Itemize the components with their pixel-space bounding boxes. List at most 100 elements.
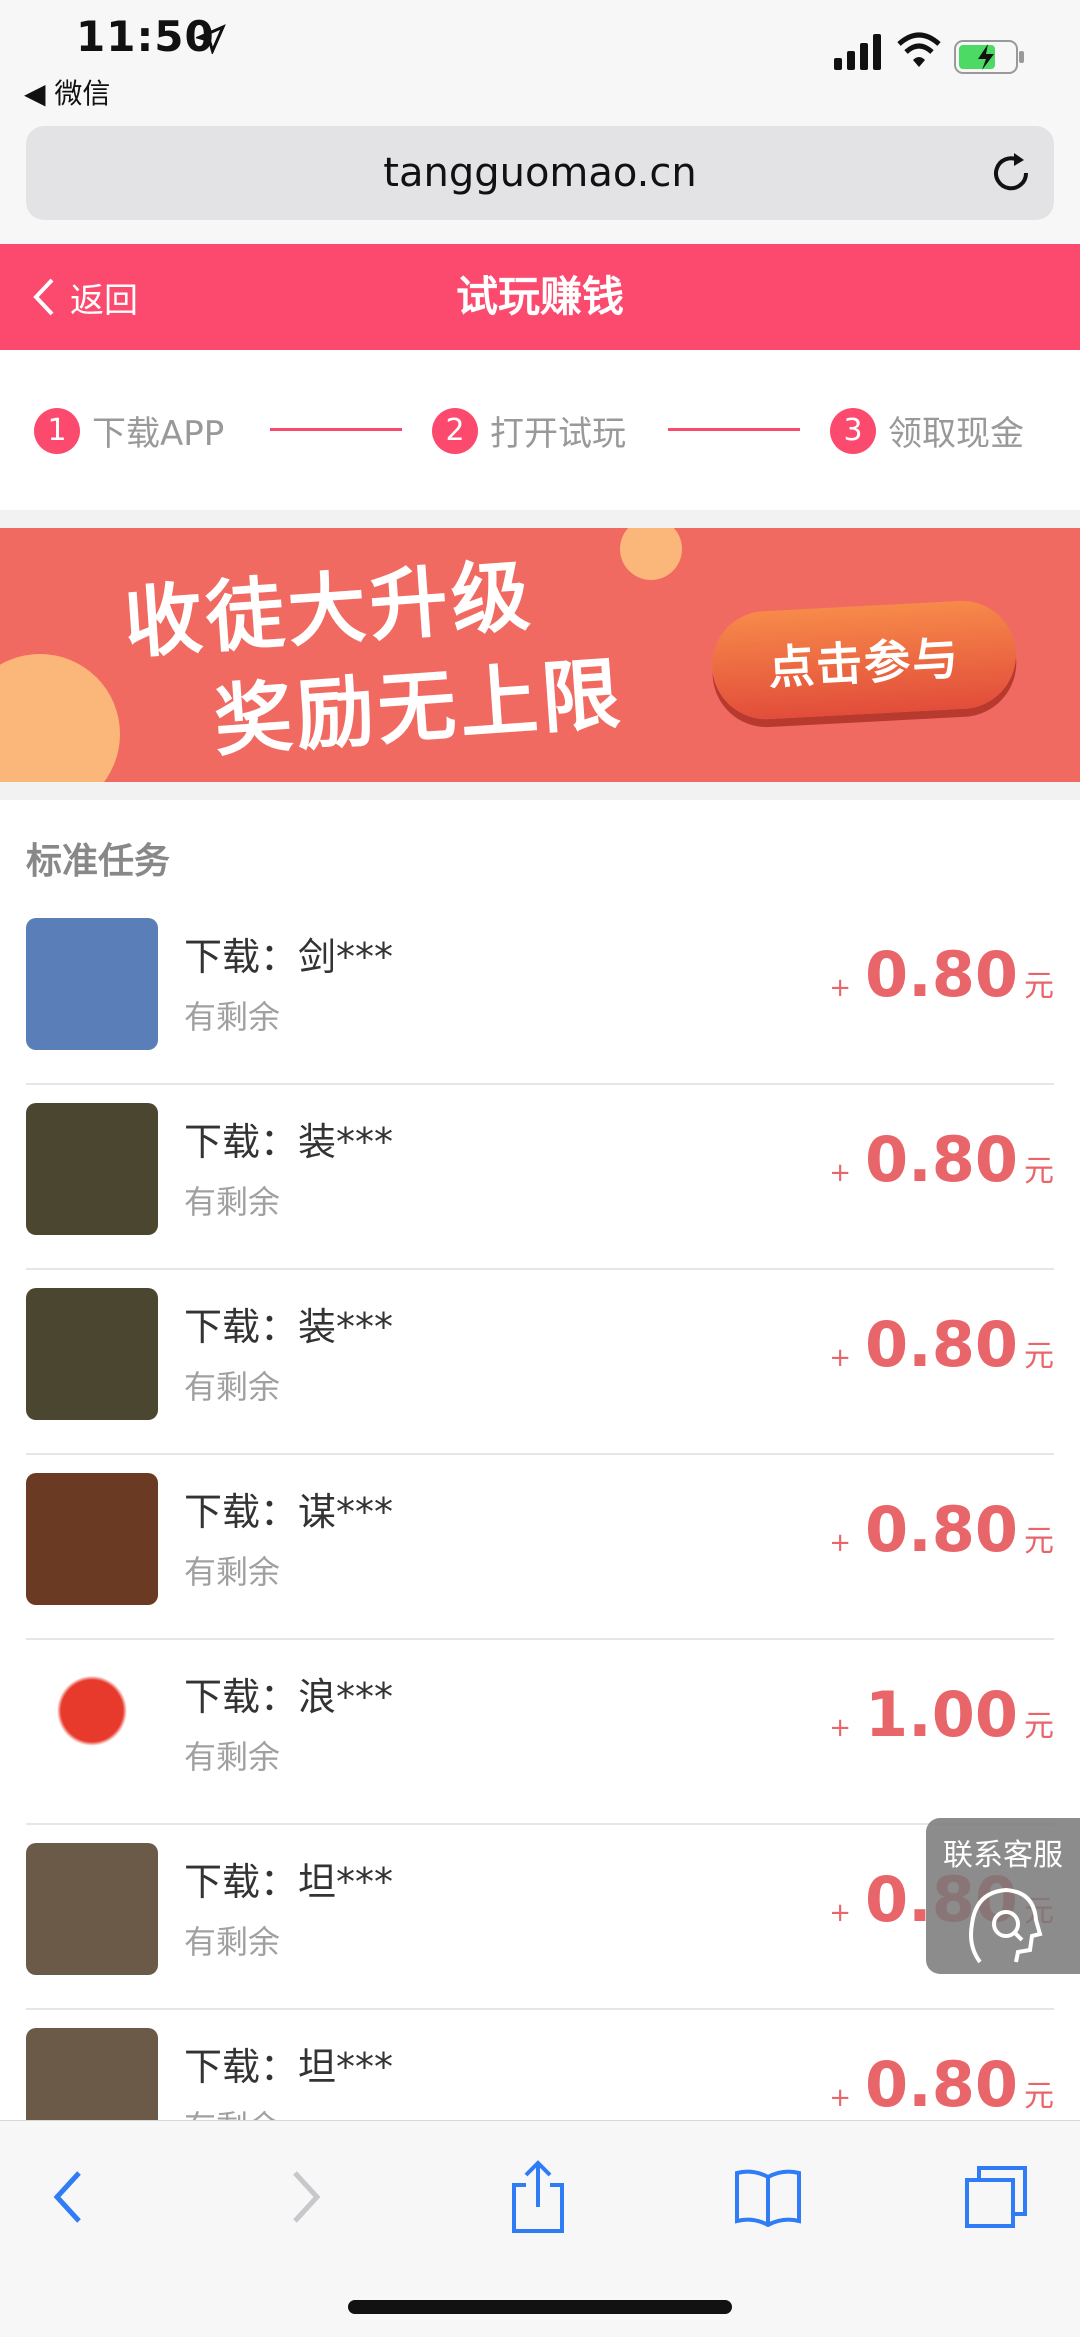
home-indicator	[348, 2300, 732, 2314]
task-name: 下载：浪***	[184, 1675, 394, 1719]
browser-forward-button[interactable]	[266, 2157, 346, 2237]
step-number: 3	[830, 407, 876, 454]
app-thumbnail	[26, 918, 158, 1050]
task-status: 有剩余	[184, 1738, 281, 1776]
address-bar[interactable]: tangguomao.cn	[26, 126, 1054, 220]
url-text[interactable]: tangguomao.cn	[26, 126, 1054, 220]
reward-plus: +	[829, 2083, 852, 2113]
tabs-button[interactable]	[956, 2157, 1036, 2237]
task-row[interactable]: 下载：装*** 有剩余 + 0.80 元	[0, 1270, 1080, 1455]
steps-indicator: 1 下载APP 2 打开试玩 3 领取现金	[0, 350, 1080, 510]
task-list: 下载：剑*** 有剩余 + 0.80 元 下载：装*** 有剩余 + 0.80 …	[0, 900, 1080, 2195]
reward-amount: 0.80	[865, 1123, 1018, 1196]
app-thumbnail	[26, 1843, 158, 1975]
step-number: 2	[432, 407, 478, 454]
task-name: 下载：剑***	[184, 935, 394, 979]
browser-back-button[interactable]	[28, 2157, 108, 2237]
divider	[0, 782, 1080, 800]
reward-plus: +	[829, 1713, 852, 1743]
reward-unit: 元	[1024, 1524, 1054, 1559]
task-row[interactable]: 下载：谋*** 有剩余 + 0.80 元	[0, 1455, 1080, 1640]
status-time: 11:50	[76, 12, 215, 61]
step-label: 打开试玩	[490, 414, 626, 454]
book-icon	[735, 2169, 801, 2227]
task-reward: + 0.80 元	[829, 938, 1054, 1011]
chevron-left-icon	[33, 278, 54, 316]
reward-amount: 1.00	[865, 1678, 1018, 1751]
chevron-right-icon	[293, 2171, 321, 2223]
app-thumbnail	[26, 1103, 158, 1235]
task-reward: + 0.80 元	[829, 2048, 1054, 2121]
reward-plus: +	[829, 1343, 852, 1373]
task-name: 下载：装***	[184, 1305, 394, 1349]
step-connector	[668, 428, 800, 431]
section-title: 标准任务	[26, 841, 171, 882]
status-bar: 11:50 ◀ 微信	[0, 0, 1080, 120]
reward-unit: 元	[1024, 2079, 1054, 2114]
reward-unit: 元	[1024, 1339, 1054, 1374]
participate-button[interactable]: 点击参与	[709, 598, 1019, 722]
task-row[interactable]: 下载：装*** 有剩余 + 0.80 元	[0, 1085, 1080, 1270]
task-row[interactable]: 下载：浪*** 有剩余 + 1.00 元	[0, 1640, 1080, 1825]
cellular-signal-icon	[834, 34, 881, 70]
step-label: 下载APP	[92, 414, 225, 454]
headset-person-icon	[969, 1887, 1043, 1964]
location-arrow-icon	[196, 24, 226, 54]
share-icon	[512, 2160, 564, 2233]
reward-plus: +	[829, 1528, 852, 1558]
app-thumbnail	[26, 1658, 158, 1790]
battery-charging-icon	[954, 40, 1024, 74]
reward-unit: 元	[1024, 1154, 1054, 1189]
reward-unit: 元	[1024, 969, 1054, 1004]
step-claim-cash: 3 领取现金	[830, 406, 1024, 455]
back-to-wechat-link[interactable]: ◀ 微信	[24, 72, 110, 112]
step-number: 1	[34, 407, 80, 454]
task-status: 有剩余	[184, 1553, 281, 1591]
share-button[interactable]	[498, 2157, 578, 2237]
task-name: 下载：坦***	[184, 2045, 394, 2089]
task-status: 有剩余	[184, 1368, 281, 1406]
reward-plus: +	[829, 973, 852, 1003]
divider	[0, 510, 1080, 528]
back-button[interactable]: 返回	[30, 244, 138, 350]
reward-amount: 0.80	[865, 1308, 1018, 1381]
promo-banner[interactable]: 收徒大升级 奖励无上限 点击参与	[0, 528, 1080, 782]
back-label: 返回	[70, 280, 138, 321]
task-status: 有剩余	[184, 1923, 281, 1961]
task-name: 下载：谋***	[184, 1490, 394, 1534]
task-row[interactable]: 下载：剑*** 有剩余 + 0.80 元	[0, 900, 1080, 1085]
chevron-left-icon	[53, 2171, 81, 2223]
reward-unit: 元	[1024, 1709, 1054, 1744]
task-reward: + 1.00 元	[829, 1678, 1054, 1751]
step-download: 1 下载APP	[34, 406, 224, 455]
task-reward: + 0.80 元	[829, 1308, 1054, 1381]
task-name: 下载：装***	[184, 1120, 394, 1164]
task-reward: + 0.80 元	[829, 1493, 1054, 1566]
coin-icon	[0, 654, 120, 782]
reward-plus: +	[829, 1158, 852, 1188]
reward-amount: 0.80	[865, 2048, 1018, 2121]
app-thumbnail	[26, 1288, 158, 1420]
customer-service-label: 联系客服	[943, 1838, 1063, 1873]
reward-plus: +	[829, 1898, 852, 1928]
browser-address-area: tangguomao.cn	[0, 120, 1080, 244]
reload-icon[interactable]	[988, 150, 1034, 196]
task-reward: + 0.80 元	[829, 1123, 1054, 1196]
task-row[interactable]: 下载：坦*** 有剩余 + 0.80 元	[0, 1825, 1080, 2010]
task-status: 有剩余	[184, 1183, 281, 1221]
bookmarks-button[interactable]	[728, 2157, 808, 2237]
step-label: 领取现金	[888, 414, 1024, 454]
task-name: 下载：坦***	[184, 1860, 394, 1904]
page-header: 返回 试玩赚钱	[0, 244, 1080, 350]
wifi-icon	[897, 32, 941, 67]
reward-amount: 0.80	[865, 938, 1018, 1011]
customer-service-button[interactable]: 联系客服	[926, 1818, 1080, 1974]
step-open-trial: 2 打开试玩	[432, 406, 626, 455]
coin-icon	[620, 528, 682, 580]
reward-amount: 0.80	[865, 1493, 1018, 1566]
task-status: 有剩余	[184, 998, 281, 1036]
page-title: 试玩赚钱	[455, 272, 624, 321]
step-connector	[270, 428, 402, 431]
tabs-icon	[965, 2166, 1027, 2228]
app-thumbnail	[26, 1473, 158, 1605]
